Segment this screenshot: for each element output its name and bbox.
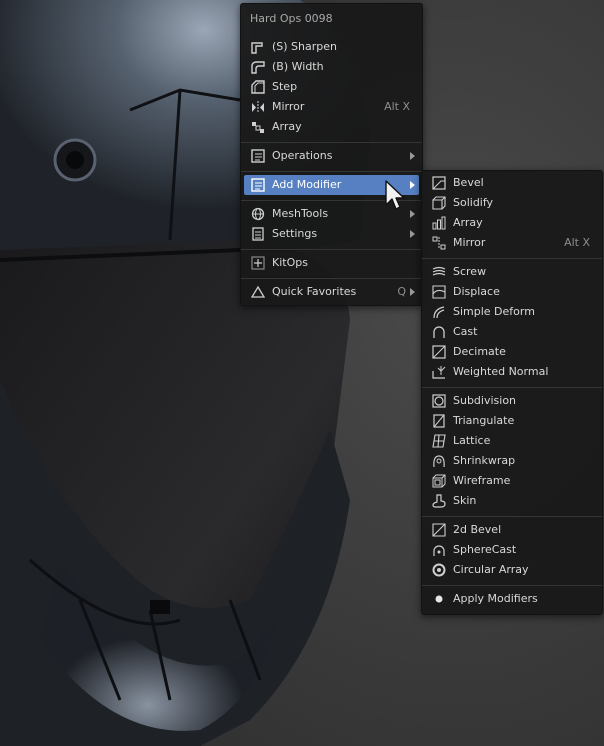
modifier-item-lattice[interactable]: Lattice [425,431,599,451]
circular-array-icon [432,563,446,577]
modifier-item-circular-array[interactable]: Circular Array [425,560,599,580]
menu-divider [422,585,602,586]
subdivision-icon [432,394,446,408]
menu-divider [241,171,422,172]
modifier-item-bevel[interactable]: Bevel [425,173,599,193]
kitops-icon [251,256,265,270]
triangulate-icon [432,414,446,428]
menu-item-quick-favorites[interactable]: Quick Favorites Q [244,282,419,302]
modifier-item-solidify[interactable]: Solidify [425,193,599,213]
simple-deform-icon [432,305,446,319]
menu-divider [422,516,602,517]
modifier-item-displace[interactable]: Displace [425,282,599,302]
modifier-item-skin[interactable]: Skin [425,491,599,511]
menu-title: Hard Ops 0098 [250,12,333,25]
modifier-item-wireframe[interactable]: Wireframe [425,471,599,491]
skin-icon [432,494,446,508]
menu-item-operations[interactable]: Operations [244,146,419,166]
step-icon [251,80,265,94]
shrinkwrap-icon [432,454,446,468]
modifier-item-simple-deform[interactable]: Simple Deform [425,302,599,322]
mouse-cursor-icon [385,180,405,210]
weighted-normal-icon [432,365,446,379]
width-icon [251,60,265,74]
modifier-item-array[interactable]: Array [425,213,599,233]
add-modifier-submenu: Bevel Solidify Array Mirror Alt X Screw … [421,170,603,615]
spherecast-icon [432,543,446,557]
decimate-icon [432,345,446,359]
submenu-arrow-icon [410,181,415,189]
submenu-arrow-icon [410,152,415,160]
modifier-item-weighted-normal[interactable]: Weighted Normal [425,362,599,382]
menu-item-settings[interactable]: Settings [244,224,419,244]
modifier-item-mirror[interactable]: Mirror Alt X [425,233,599,253]
menu-divider [241,249,422,250]
menu-divider [422,387,602,388]
displace-icon [432,285,446,299]
bevel-icon [432,176,446,190]
menu-item-array[interactable]: Array [244,117,419,137]
sharpen-icon [251,40,265,54]
menu-divider [422,258,602,259]
2d-bevel-icon [432,523,446,537]
operations-icon [251,149,265,163]
modifier-item-spherecast[interactable]: SphereCast [425,540,599,560]
modifier-item-cast[interactable]: Cast [425,322,599,342]
array-icon [251,120,265,134]
lattice-icon [432,434,446,448]
hardops-main-menu: Hard Ops 0098 (S) Sharpen (B) Width Step… [240,3,423,306]
menu-item-mirror[interactable]: Mirror Alt X [244,97,419,117]
modifier-item-apply-modifiers[interactable]: Apply Modifiers [425,589,599,609]
mirror-icon [432,236,446,250]
menu-item-step[interactable]: Step [244,77,419,97]
modifier-item-2d-bevel[interactable]: 2d Bevel [425,520,599,540]
wireframe-icon [432,474,446,488]
submenu-arrow-icon [410,230,415,238]
settings-icon [251,227,265,241]
quick-favorites-icon [251,285,265,299]
screw-icon [432,265,446,279]
submenu-arrow-icon [410,288,415,296]
modifier-item-screw[interactable]: Screw [425,262,599,282]
mirror-icon [251,100,265,114]
menu-item-sharpen[interactable]: (S) Sharpen [244,37,419,57]
menu-item-width[interactable]: (B) Width [244,57,419,77]
add-modifier-icon [251,178,265,192]
menu-divider [241,142,422,143]
modifier-item-subdivision[interactable]: Subdivision [425,391,599,411]
menu-divider [241,278,422,279]
modifier-item-shrinkwrap[interactable]: Shrinkwrap [425,451,599,471]
apply-modifiers-icon [432,592,446,606]
modifier-item-decimate[interactable]: Decimate [425,342,599,362]
array-icon [432,216,446,230]
menu-item-kitops[interactable]: KitOps [244,253,419,273]
submenu-arrow-icon [410,210,415,218]
modifier-item-triangulate[interactable]: Triangulate [425,411,599,431]
meshtools-icon [251,207,265,221]
solidify-icon [432,196,446,210]
cast-icon [432,325,446,339]
